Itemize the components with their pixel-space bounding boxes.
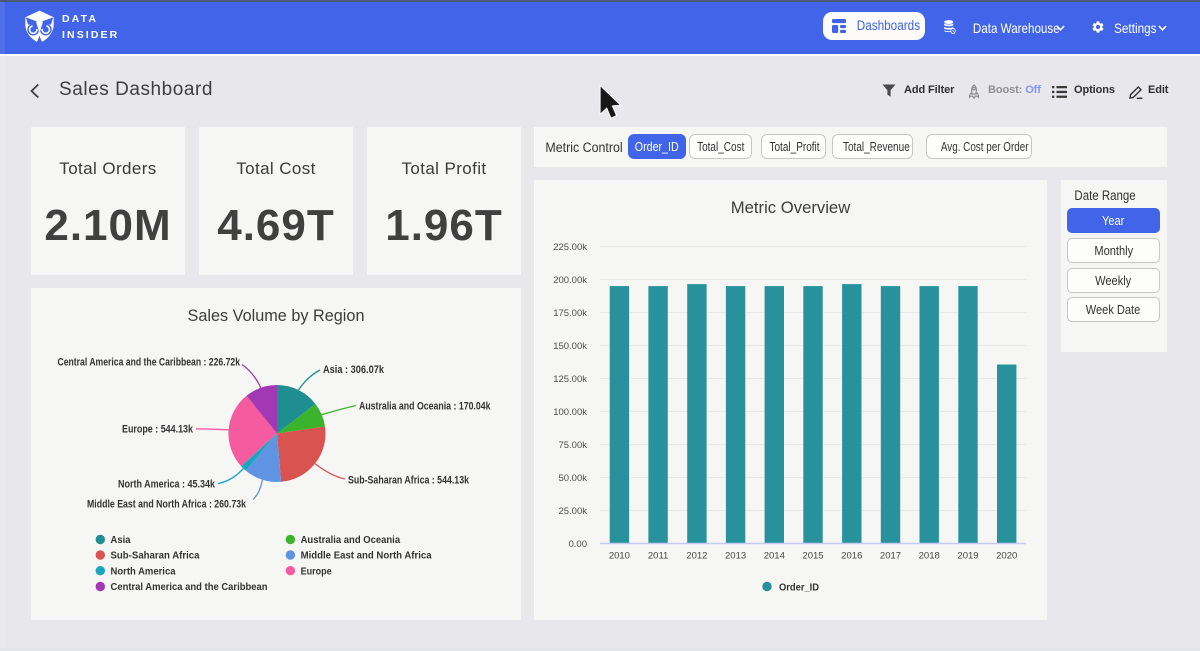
svg-text:2016: 2016	[841, 551, 862, 562]
svg-text:Sub-Saharan Africa : 544.13k: Sub-Saharan Africa : 544.13k	[348, 475, 470, 487]
svg-text:2011: 2011	[648, 551, 668, 562]
svg-text:Middle East and North Africa: Middle East and North Africa	[301, 551, 432, 562]
svg-text:Asia: Asia	[111, 535, 131, 546]
svg-text:North America: North America	[111, 566, 176, 577]
svg-text:175.00k: 175.00k	[553, 308, 587, 319]
svg-text:75.00k: 75.00k	[558, 440, 587, 451]
svg-text:2020: 2020	[996, 551, 1017, 562]
svg-text:100.00k: 100.00k	[553, 407, 587, 418]
svg-text:North America : 45.34k: North America : 45.34k	[118, 479, 216, 491]
svg-text:225.00k: 225.00k	[553, 242, 587, 253]
svg-text:Central America and the Caribb: Central America and the Caribbean	[111, 582, 268, 593]
svg-text:Europe : 544.13k: Europe : 544.13k	[122, 424, 194, 436]
svg-text:Australia and Oceania : 170.04: Australia and Oceania : 170.04k	[359, 401, 491, 413]
svg-text:Metric Overview: Metric Overview	[731, 198, 851, 217]
svg-text:2012: 2012	[686, 551, 707, 562]
svg-text:2017: 2017	[880, 551, 901, 562]
svg-text:Sales Volume by Region: Sales Volume by Region	[188, 306, 365, 325]
svg-text:2019: 2019	[957, 551, 978, 562]
svg-text:200.00k: 200.00k	[553, 275, 587, 286]
svg-text:Central America and the Caribb: Central America and the Caribbean : 226.…	[58, 357, 241, 369]
svg-text:2015: 2015	[802, 551, 823, 562]
svg-text:125.00k: 125.00k	[553, 374, 587, 385]
svg-text:Asia : 306.07k: Asia : 306.07k	[323, 364, 385, 376]
svg-text:2010: 2010	[609, 551, 630, 562]
svg-text:Order_ID: Order_ID	[779, 583, 819, 594]
svg-text:50.00k: 50.00k	[558, 473, 587, 484]
svg-text:Europe: Europe	[301, 566, 332, 577]
svg-text:2014: 2014	[764, 551, 785, 562]
svg-text:Sub-Saharan Africa: Sub-Saharan Africa	[111, 551, 200, 562]
svg-text:0.00: 0.00	[569, 539, 588, 550]
svg-text:25.00k: 25.00k	[558, 506, 587, 517]
svg-text:Middle East and North Africa :: Middle East and North Africa : 260.73k	[87, 499, 247, 511]
svg-text:150.00k: 150.00k	[553, 341, 587, 352]
svg-text:2018: 2018	[919, 551, 940, 562]
svg-text:2013: 2013	[725, 551, 746, 562]
svg-text:Australia and Oceania: Australia and Oceania	[301, 535, 401, 546]
